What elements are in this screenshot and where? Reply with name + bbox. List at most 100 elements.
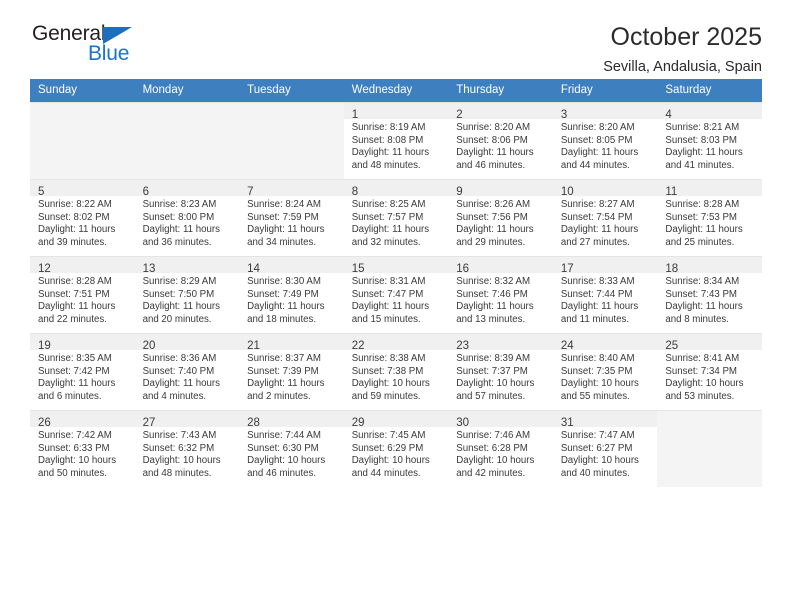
daylight-text-line2: and 32 minutes.: [351, 236, 421, 248]
daylight-text-line1: Daylight: 11 hours: [456, 301, 534, 313]
sunset-text: Sunset: 7:42 PM: [38, 365, 110, 377]
sunset-text: Sunset: 7:37 PM: [456, 365, 528, 377]
day-sun-info: Sunrise: 8:23 AM Sunset: 8:00 PM Daylight:…: [135, 196, 240, 249]
day-sun-info: Sunrise: 8:29 AM Sunset: 7:50 PM Daylight:…: [135, 273, 240, 326]
daylight-text-line2: and 18 minutes.: [247, 313, 317, 325]
calendar-day-cell[interactable]: 28 Sunrise: 7:44 AM Sunset: 6:30 PM Dayligh…: [239, 410, 344, 487]
calendar-day-cell[interactable]: 31 Sunrise: 7:47 AM Sunset: 6:27 PM Dayligh…: [552, 410, 658, 487]
day-sun-info: Sunrise: 8:24 AM Sunset: 7:59 PM Daylight:…: [239, 196, 344, 249]
daylight-text-line1: Daylight: 10 hours: [142, 455, 221, 467]
day-cell-content: 13 Sunrise: 8:29 AM Sunset: 7:50 PM Dayligh…: [134, 257, 240, 333]
day-sun-info: Sunrise: 7:46 AM Sunset: 6:28 PM Daylight:…: [448, 427, 553, 480]
daylight-text-line2: and 44 minutes.: [560, 159, 630, 171]
calendar-day-cell[interactable]: 8 Sunrise: 8:25 AM Sunset: 7:57 PM Daylight…: [343, 179, 449, 257]
day-cell-content: 25 Sunrise: 8:41 AM Sunset: 7:34 PM Dayligh…: [657, 334, 762, 410]
day-cell-content: 16 Sunrise: 8:32 AM Sunset: 7:46 PM Dayligh…: [448, 257, 553, 333]
day-cell-content: 27 Sunrise: 7:43 AM Sunset: 6:32 PM Dayligh…: [134, 411, 240, 487]
daylight-text-line1: Daylight: 11 hours: [142, 224, 220, 236]
calendar-day-cell[interactable]: 12 Sunrise: 8:28 AM Sunset: 7:51 PM Dayligh…: [30, 256, 135, 334]
calendar-day-cell[interactable]: 3 Sunrise: 8:20 AM Sunset: 8:05 PM Daylight…: [552, 102, 658, 180]
day-sun-info: Sunrise: 8:26 AM Sunset: 7:56 PM Daylight:…: [448, 196, 553, 249]
sunset-text: Sunset: 7:34 PM: [665, 365, 737, 377]
day-number: 24: [560, 340, 574, 352]
day-number: 29: [351, 417, 365, 429]
day-number-bar: 21: [239, 334, 344, 352]
day-number-bar: 29: [343, 411, 449, 429]
day-number: 18: [665, 263, 679, 275]
calendar-day-cell[interactable]: 5 Sunrise: 8:22 AM Sunset: 8:02 PM Daylight…: [30, 179, 135, 257]
daylight-text-line1: Daylight: 11 hours: [247, 301, 325, 313]
day-number-bar: 2: [448, 103, 553, 121]
daylight-text-line2: and 29 minutes.: [456, 236, 526, 248]
sunset-text: Sunset: 7:46 PM: [456, 288, 528, 300]
calendar-day-cell[interactable]: 27 Sunrise: 7:43 AM Sunset: 6:32 PM Dayligh…: [134, 410, 240, 487]
calendar-day-cell[interactable]: 7 Sunrise: 8:24 AM Sunset: 7:59 PM Daylight…: [239, 179, 344, 257]
calendar-day-cell[interactable]: 30 Sunrise: 7:46 AM Sunset: 6:28 PM Dayligh…: [448, 410, 553, 487]
daylight-text-line2: and 59 minutes.: [351, 390, 421, 402]
day-number: 17: [560, 263, 574, 275]
calendar-day-cell[interactable]: 11 Sunrise: 8:28 AM Sunset: 7:53 PM Dayligh…: [657, 179, 762, 257]
weekday-header-friday: Friday: [552, 79, 658, 103]
day-sun-info: Sunrise: 8:37 AM Sunset: 7:39 PM Daylight:…: [239, 350, 344, 403]
calendar-day-cell[interactable]: 16 Sunrise: 8:32 AM Sunset: 7:46 PM Dayligh…: [448, 256, 553, 334]
calendar-day-cell[interactable]: 26 Sunrise: 7:42 AM Sunset: 6:33 PM Dayligh…: [30, 410, 135, 487]
daylight-text-line1: Daylight: 10 hours: [665, 378, 744, 390]
day-cell-content: 20 Sunrise: 8:36 AM Sunset: 7:40 PM Dayligh…: [134, 334, 240, 410]
sunrise-text: Sunrise: 8:27 AM: [560, 199, 635, 210]
day-number-bar: 7: [239, 180, 344, 198]
day-number: 4: [665, 109, 672, 121]
daylight-text-line1: Daylight: 11 hours: [351, 147, 430, 159]
daylight-text-line2: and 27 minutes.: [560, 236, 630, 248]
day-number-bar: 18: [657, 257, 762, 275]
sunrise-text: Sunrise: 8:26 AM: [456, 199, 531, 210]
calendar-day-cell[interactable]: 17 Sunrise: 8:33 AM Sunset: 7:44 PM Dayligh…: [552, 256, 658, 334]
daylight-text-line2: and 48 minutes.: [351, 159, 421, 171]
calendar-day-cell[interactable]: 2 Sunrise: 8:20 AM Sunset: 8:06 PM Daylight…: [448, 102, 553, 180]
day-sun-info: Sunrise: 8:41 AM Sunset: 7:34 PM Daylight:…: [657, 350, 762, 403]
day-number: 15: [351, 263, 365, 275]
calendar-day-cell[interactable]: 10 Sunrise: 8:27 AM Sunset: 7:54 PM Dayligh…: [552, 179, 658, 257]
calendar-day-cell[interactable]: 13 Sunrise: 8:29 AM Sunset: 7:50 PM Dayligh…: [134, 256, 240, 334]
calendar-day-cell[interactable]: 18 Sunrise: 8:34 AM Sunset: 7:43 PM Dayligh…: [657, 256, 762, 334]
day-number-bar: 25: [657, 334, 762, 352]
day-cell-content: 26 Sunrise: 7:42 AM Sunset: 6:33 PM Dayligh…: [30, 411, 135, 487]
day-cell-content: 5 Sunrise: 8:22 AM Sunset: 8:02 PM Daylight…: [30, 180, 135, 256]
calendar-day-cell[interactable]: 9 Sunrise: 8:26 AM Sunset: 7:56 PM Daylight…: [448, 179, 553, 257]
daylight-text-line2: and 6 minutes.: [38, 390, 102, 402]
calendar-day-cell[interactable]: 23 Sunrise: 8:39 AM Sunset: 7:37 PM Dayligh…: [448, 333, 553, 411]
day-sun-info: Sunrise: 8:33 AM Sunset: 7:44 PM Daylight:…: [553, 273, 658, 326]
daylight-text-line2: and 44 minutes.: [351, 467, 421, 479]
calendar-day-cell[interactable]: 22 Sunrise: 8:38 AM Sunset: 7:38 PM Dayligh…: [343, 333, 449, 411]
calendar-day-cell[interactable]: 24 Sunrise: 8:40 AM Sunset: 7:35 PM Dayligh…: [552, 333, 658, 411]
day-number-bar: 1: [343, 103, 449, 121]
calendar-day-cell[interactable]: 14 Sunrise: 8:30 AM Sunset: 7:49 PM Dayligh…: [239, 256, 344, 334]
sunset-text: Sunset: 7:54 PM: [560, 211, 633, 223]
daylight-text-line2: and 4 minutes.: [142, 390, 207, 402]
day-cell-content: 28 Sunrise: 7:44 AM Sunset: 6:30 PM Dayligh…: [239, 411, 344, 487]
sunset-text: Sunset: 8:05 PM: [560, 134, 633, 146]
day-number: 3: [560, 109, 568, 121]
day-number: 27: [142, 417, 156, 429]
calendar-day-cell[interactable]: 19 Sunrise: 8:35 AM Sunset: 7:42 PM Dayligh…: [30, 333, 135, 411]
day-number: 23: [456, 340, 470, 352]
calendar-week-row: 5 Sunrise: 8:22 AM Sunset: 8:02 PM Daylight…: [30, 179, 762, 257]
calendar-day-cell[interactable]: 1 Sunrise: 8:19 AM Sunset: 8:08 PM Daylight…: [343, 102, 449, 180]
calendar-day-cell[interactable]: 4 Sunrise: 8:21 AM Sunset: 8:03 PM Daylight…: [657, 102, 762, 180]
calendar-day-cell[interactable]: 6 Sunrise: 8:23 AM Sunset: 8:00 PM Daylight…: [134, 179, 240, 257]
daylight-text-line1: Daylight: 10 hours: [351, 455, 430, 467]
calendar-page: General Blue October 2025 Sevilla, Andal…: [0, 0, 792, 612]
calendar-day-cell[interactable]: 15 Sunrise: 8:31 AM Sunset: 7:47 PM Dayligh…: [343, 256, 449, 334]
day-number: 13: [142, 263, 156, 275]
calendar-week-row: 12 Sunrise: 8:28 AM Sunset: 7:51 PM Dayligh…: [30, 256, 762, 334]
calendar-day-cell[interactable]: 20 Sunrise: 8:36 AM Sunset: 7:40 PM Dayligh…: [134, 333, 240, 411]
day-cell-content: 2 Sunrise: 8:20 AM Sunset: 8:06 PM Daylight…: [448, 103, 553, 179]
day-number: 10: [560, 186, 574, 198]
daylight-text-line1: Daylight: 11 hours: [142, 378, 220, 390]
daylight-text-line2: and 48 minutes.: [142, 467, 212, 479]
calendar-day-cell[interactable]: 25 Sunrise: 8:41 AM Sunset: 7:34 PM Dayligh…: [657, 333, 762, 411]
sunset-text: Sunset: 7:49 PM: [247, 288, 319, 300]
calendar-day-cell[interactable]: 21 Sunrise: 8:37 AM Sunset: 7:39 PM Dayligh…: [239, 333, 344, 411]
calendar-day-cell[interactable]: 29 Sunrise: 7:45 AM Sunset: 6:29 PM Dayligh…: [343, 410, 449, 487]
day-cell-content: 19 Sunrise: 8:35 AM Sunset: 7:42 PM Dayligh…: [30, 334, 135, 410]
daylight-text-line2: and 55 minutes.: [560, 390, 630, 402]
